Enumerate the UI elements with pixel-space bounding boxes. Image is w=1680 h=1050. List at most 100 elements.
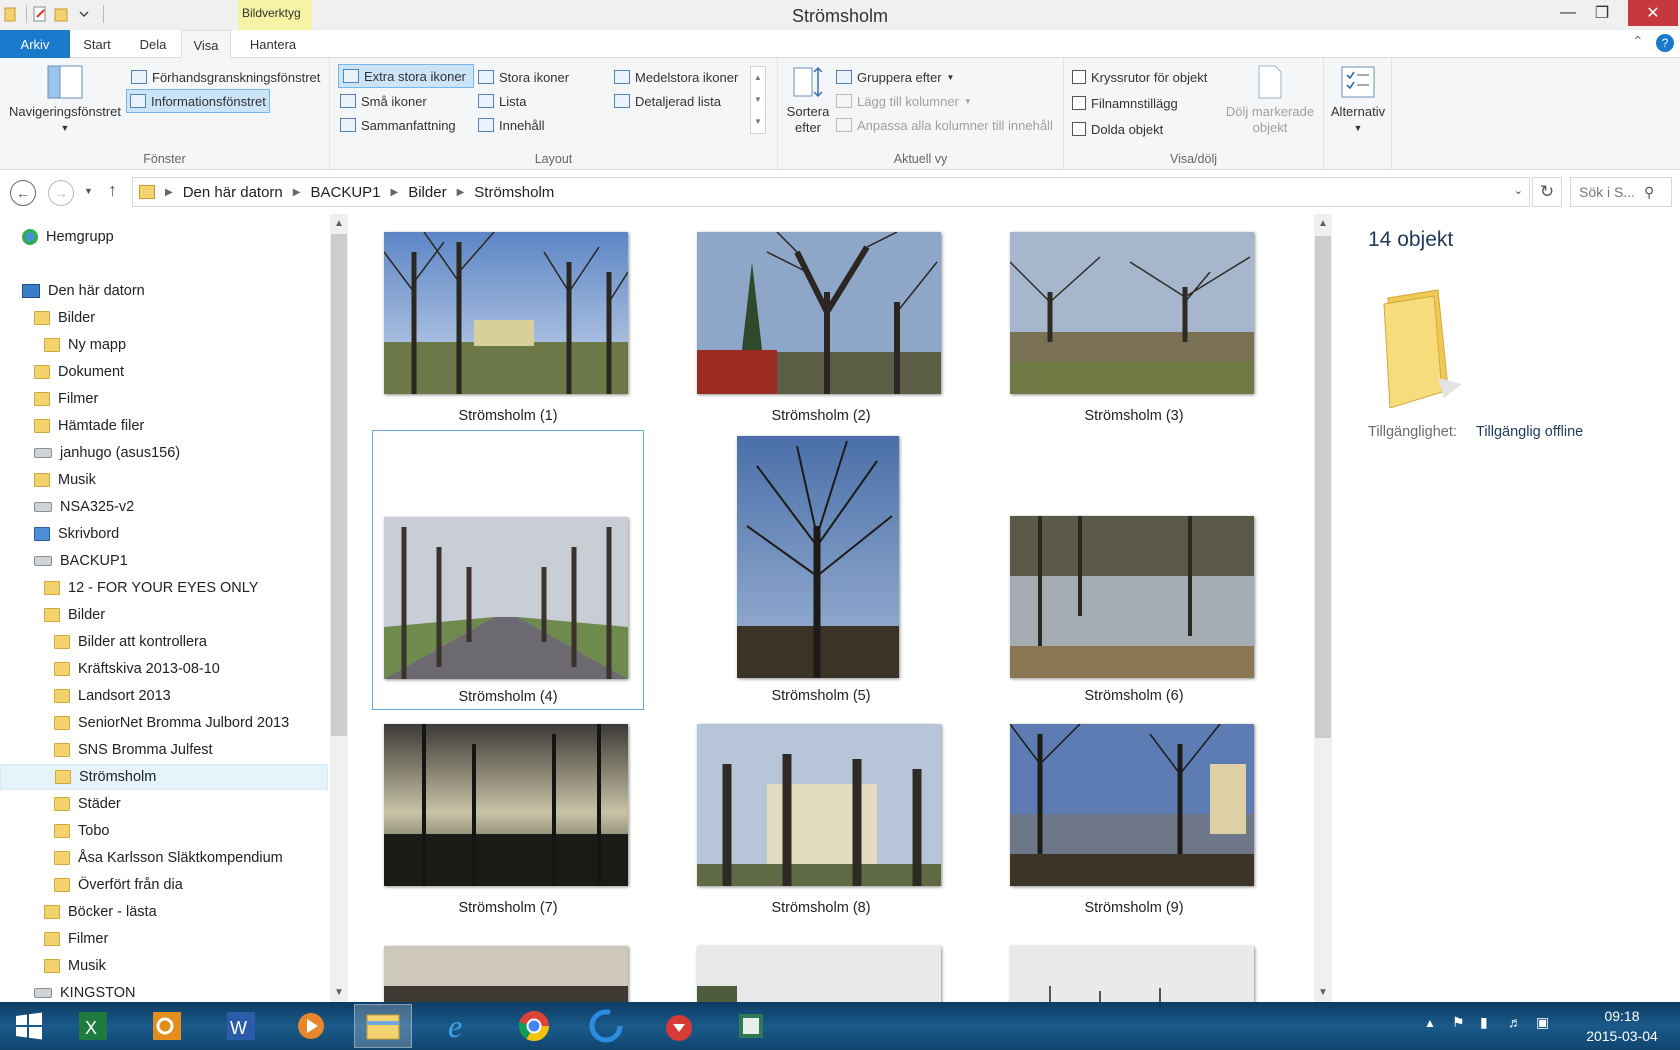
address-dropdown-icon[interactable]: ⌄ [1514, 184, 1523, 197]
nav-item-pictures[interactable]: Bilder [34, 305, 95, 331]
nav-item-desktop[interactable]: Skrivbord [34, 521, 119, 547]
start-button[interactable] [0, 1004, 58, 1048]
recent-locations-icon[interactable]: ▼ [84, 186, 93, 196]
xl-icons-button[interactable]: Extra stora ikoner [338, 64, 474, 88]
tab-start[interactable]: Start [74, 30, 120, 58]
nav-item-homegroup[interactable]: Hemgrupp [22, 224, 114, 250]
tiles-view-button[interactable]: Sammanfattning [340, 114, 456, 136]
chevron-right-icon[interactable]: ▶ [391, 187, 399, 198]
file-item[interactable] [372, 856, 644, 1002]
nav-item-nas[interactable]: NSA325-v2 [34, 494, 134, 520]
collapse-ribbon-icon[interactable]: ⌃ [1632, 33, 1644, 50]
chevron-right-icon[interactable]: ▶ [457, 187, 465, 198]
search-input[interactable]: Sök i S... [1570, 177, 1672, 207]
nav-item-kingston[interactable]: KINGSTON [34, 980, 135, 1002]
chevron-right-icon[interactable]: ▶ [165, 187, 173, 198]
volume-icon[interactable]: ♬ [1508, 1014, 1522, 1030]
small-icons-button[interactable]: Små ikoner [340, 90, 427, 112]
file-item[interactable]: Strömsholm (5) [685, 430, 957, 710]
list-view-button[interactable]: Lista [478, 90, 526, 112]
nav-item-new-folder[interactable]: Ny mapp [44, 332, 126, 358]
nav-item-folder[interactable]: Böcker - lästa [44, 899, 157, 925]
nav-item-folder[interactable]: Överfört från dia [54, 872, 183, 898]
nav-item-videos[interactable]: Filmer [34, 386, 98, 412]
nav-item-documents[interactable]: Dokument [34, 359, 124, 385]
hidden-items-toggle[interactable]: Dolda objekt [1072, 118, 1163, 140]
preview-pane-button[interactable]: Förhandsgranskningsfönstret [128, 66, 323, 88]
sort-by-button[interactable]: Sortera efter [784, 64, 832, 136]
back-button[interactable]: ← [10, 180, 36, 206]
breadcrumb-bilder[interactable]: Bilder [408, 184, 446, 201]
nav-pane-button[interactable]: Navigeringsfönstret ▼ [6, 64, 124, 136]
close-button[interactable]: ✕ [1628, 0, 1678, 26]
tab-arkiv[interactable]: Arkiv [0, 30, 70, 58]
breadcrumb-this-pc[interactable]: Den här datorn [183, 184, 283, 201]
nav-item-network-share[interactable]: janhugo (asus156) [34, 440, 180, 466]
file-item[interactable]: Strömsholm (6) [998, 430, 1270, 710]
content-view-button[interactable]: Innehåll [478, 114, 545, 136]
network-icon[interactable]: ▣ [1536, 1014, 1549, 1031]
nav-item-backup1[interactable]: BACKUP1 [34, 548, 128, 574]
nav-item-folder[interactable]: SNS Bromma Julfest [54, 737, 213, 763]
group-by-button[interactable]: Gruppera efter ▼ [836, 66, 954, 88]
file-item[interactable] [685, 856, 957, 1002]
medium-icons-button[interactable]: Medelstora ikoner [614, 66, 738, 88]
taskbar-internet-explorer[interactable]: e [432, 1004, 490, 1048]
power-icon[interactable]: ▮ [1480, 1014, 1488, 1031]
scrollbar-thumb[interactable] [1315, 236, 1331, 738]
extensions-toggle[interactable]: Filnamnstillägg [1072, 92, 1178, 114]
content-scrollbar[interactable]: ▲ ▼ [1314, 214, 1332, 1002]
help-icon[interactable]: ? [1656, 34, 1674, 52]
up-arrow-icon[interactable]: ↑ [108, 180, 117, 201]
taskbar-word[interactable]: W [212, 1004, 270, 1048]
tab-dela[interactable]: Dela [128, 30, 178, 58]
nav-item-stromsholm[interactable]: Strömsholm [0, 764, 328, 790]
clock-date[interactable]: 2015-03-04 [1582, 1028, 1662, 1044]
file-item[interactable] [998, 856, 1270, 1002]
taskbar-outlook[interactable] [138, 1004, 196, 1048]
item-checkboxes-checkbox[interactable] [1072, 70, 1086, 84]
flag-icon[interactable]: ⚑ [1452, 1014, 1465, 1031]
scrollbar-thumb[interactable] [331, 234, 347, 736]
taskbar-excel[interactable]: X [64, 1004, 122, 1048]
tab-hantera[interactable]: Hantera [240, 30, 306, 58]
hide-selected-button[interactable]: Dölj markerade objekt [1220, 64, 1320, 136]
forward-button[interactable]: → [48, 180, 74, 206]
nav-item-folder[interactable]: Filmer [44, 926, 108, 952]
tab-visa[interactable]: Visa [181, 30, 231, 59]
nav-item-this-pc[interactable]: Den här datorn [22, 278, 145, 304]
scroll-down-icon[interactable]: ▼ [330, 987, 348, 998]
taskbar-file-explorer[interactable] [354, 1004, 412, 1048]
options-button[interactable]: Alternativ ▼ [1328, 64, 1388, 136]
taskbar-reader[interactable] [722, 1004, 780, 1048]
nav-item-folder[interactable]: Tobo [54, 818, 109, 844]
maximize-button[interactable]: ❐ [1580, 0, 1624, 26]
nav-scrollbar[interactable]: ▲ ▼ [330, 214, 348, 1002]
nav-item-folder[interactable]: 12 - FOR YOUR EYES ONLY [44, 575, 258, 601]
refresh-button[interactable]: ↻ [1532, 177, 1562, 207]
nav-item-folder[interactable]: Städer [54, 791, 121, 817]
nav-item-folder[interactable]: Musik [44, 953, 106, 979]
scroll-down-icon[interactable]: ▼ [1314, 987, 1332, 998]
taskbar-ccleaner[interactable] [577, 1004, 635, 1048]
add-columns-button[interactable]: Lägg till kolumner ▼ [836, 90, 972, 112]
address-box[interactable]: ▶ Den här datorn ▶ BACKUP1 ▶ Bilder ▶ St… [132, 177, 1530, 207]
scroll-up-icon[interactable]: ▲ [330, 218, 348, 229]
chevron-right-icon[interactable]: ▶ [293, 187, 301, 198]
nav-item-folder[interactable]: Bilder att kontrollera [54, 629, 207, 655]
breadcrumb-backup1[interactable]: BACKUP1 [310, 184, 380, 201]
taskbar-downloader[interactable] [650, 1004, 708, 1048]
large-icons-button[interactable]: Stora ikoner [478, 66, 569, 88]
taskbar-media-player[interactable] [282, 1004, 340, 1048]
fit-columns-button[interactable]: Anpassa alla kolumner till innehåll [836, 114, 1053, 136]
extensions-checkbox[interactable] [1072, 96, 1086, 110]
info-pane-button[interactable]: Informationsfönstret [126, 89, 270, 113]
scroll-up-icon[interactable]: ▲ [1314, 218, 1332, 229]
show-hidden-icons[interactable]: ▲ [1424, 1016, 1436, 1030]
nav-item-folder[interactable]: Bilder [44, 602, 105, 628]
layout-scroll[interactable]: ▲ ▼ ▼ [750, 66, 766, 134]
item-checkboxes-toggle[interactable]: Kryssrutor för objekt [1072, 66, 1207, 88]
details-view-button[interactable]: Detaljerad lista [614, 90, 721, 112]
nav-item-folder[interactable]: Kräftskiva 2013-08-10 [54, 656, 220, 682]
nav-item-music[interactable]: Musik [34, 467, 96, 493]
